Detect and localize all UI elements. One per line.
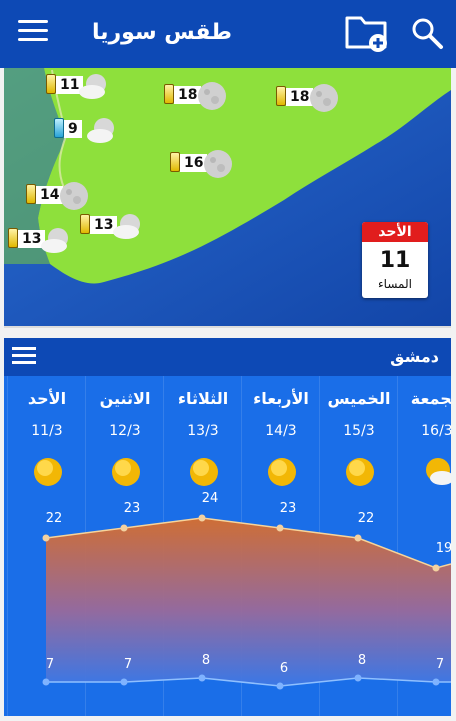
low-temp-label: 8 [202, 653, 210, 668]
thermometer-icon [54, 118, 64, 138]
thermometer-icon [276, 86, 286, 106]
date-badge[interactable]: الأحد 11 المساء [362, 222, 428, 298]
low-temp-label: 7 [436, 657, 444, 672]
map-marker[interactable]: 14 [26, 180, 94, 210]
low-temp-point [198, 674, 206, 682]
low-temp-label: 8 [358, 653, 366, 668]
app-bar: طقس سوريا [0, 0, 456, 68]
high-temp-point [120, 524, 128, 532]
high-temp-point [276, 524, 284, 532]
search-icon[interactable] [410, 16, 444, 50]
moon-icon [60, 182, 88, 210]
moon-icon [198, 82, 226, 110]
forecast-menu-icon[interactable] [12, 347, 36, 367]
folder-add-icon[interactable] [344, 12, 390, 54]
map-marker[interactable]: 13 [8, 224, 76, 254]
high-temp-point [354, 534, 362, 542]
low-temp-point [354, 674, 362, 682]
badge-date: 11 [379, 248, 411, 273]
high-temp-label: 19 [436, 541, 451, 556]
high-temp-label: 24 [202, 491, 219, 506]
forecast-header: دمشق [4, 338, 451, 376]
marker-temp: 9 [64, 120, 82, 138]
weather-map[interactable]: 11 18 18 9 16 14 13 13 الأحد 11 المساء [4, 68, 451, 328]
high-temp-point [42, 534, 50, 542]
thermometer-icon [8, 228, 18, 248]
moon-icon [204, 150, 232, 178]
weather-app: طقس سوريا 11 18 18 9 16 14 13 13 الأحد 1… [0, 0, 456, 721]
high-temp-label: 22 [358, 511, 375, 526]
low-temp-label: 7 [124, 657, 132, 672]
badge-period: المساء [378, 277, 412, 291]
cloud-moon-icon [41, 228, 68, 253]
high-temp-label: 22 [46, 511, 63, 526]
map-marker[interactable]: 13 [80, 210, 148, 240]
map-marker[interactable]: 18 [276, 82, 344, 112]
map-marker[interactable]: 16 [170, 148, 238, 178]
high-temp-point [432, 564, 440, 572]
map-marker[interactable]: 11 [46, 70, 114, 100]
menu-icon[interactable] [18, 20, 48, 46]
high-temp-point [198, 514, 206, 522]
temperature-chart: 22 7 23 7 24 8 23 6 22 8 19 7 [42, 491, 451, 690]
thermometer-icon [46, 74, 56, 94]
low-temp-label: 6 [280, 661, 288, 676]
cloud-moon-icon [87, 118, 114, 143]
map-marker[interactable]: 9 [54, 114, 122, 144]
cloud-moon-icon [113, 214, 140, 239]
map-marker[interactable]: 18 [164, 80, 232, 110]
low-temp-point [120, 678, 128, 686]
moon-icon [310, 84, 338, 112]
low-temp-label: 7 [46, 657, 54, 672]
forecast-card: دمشق الأحد 11/3 الاثنين 12/3 الثلاثاء 13… [4, 338, 451, 716]
high-temp-label: 23 [280, 501, 297, 516]
low-temp-point [276, 682, 284, 690]
thermometer-icon [170, 152, 180, 172]
low-temp-point [432, 678, 440, 686]
temperature-range-area [46, 518, 451, 686]
low-temp-point [42, 678, 50, 686]
app-title: طقس سوريا [92, 20, 232, 45]
thermometer-icon [164, 84, 174, 104]
high-temp-label: 23 [124, 501, 141, 516]
cloud-moon-icon [79, 74, 106, 99]
city-name: دمشق [390, 347, 439, 366]
thermometer-icon [26, 184, 36, 204]
badge-day: الأحد [362, 222, 428, 242]
thermometer-icon [80, 214, 90, 234]
